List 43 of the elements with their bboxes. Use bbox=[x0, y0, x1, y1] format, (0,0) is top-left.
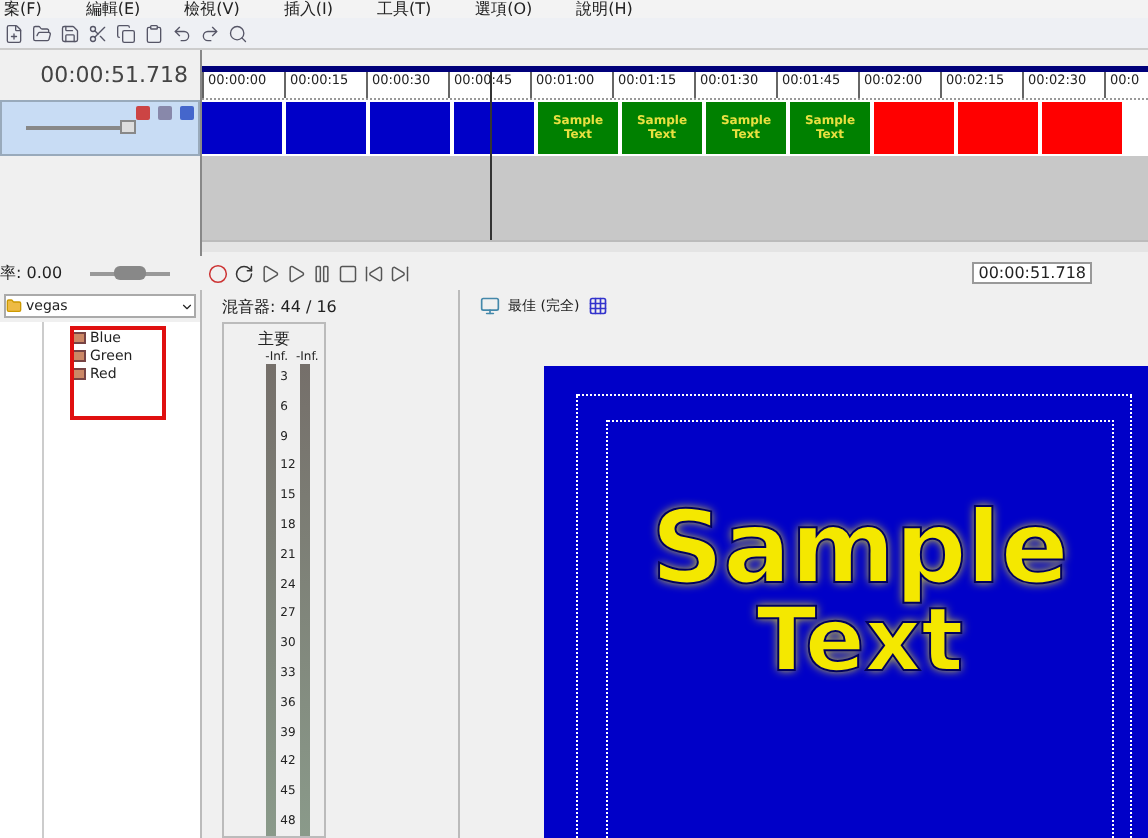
timecode: 00:00:51.718 bbox=[40, 62, 188, 88]
rate-slider-thumb[interactable] bbox=[114, 265, 147, 279]
scroll-bar[interactable] bbox=[202, 240, 1148, 252]
menu-item[interactable]: 選項(O) bbox=[475, 0, 533, 18]
grid-icon[interactable] bbox=[587, 296, 608, 316]
video-clip[interactable] bbox=[874, 102, 954, 154]
folder-icon bbox=[6, 298, 22, 314]
slider-thumb[interactable] bbox=[120, 120, 137, 134]
redo-icon[interactable] bbox=[200, 23, 220, 43]
timecode: 00:00:51.718 bbox=[972, 262, 1092, 284]
open-folder-icon[interactable] bbox=[32, 23, 52, 43]
video-clip[interactable] bbox=[202, 102, 282, 154]
video-clip[interactable] bbox=[454, 102, 534, 154]
menu-item[interactable]: 插入(I) bbox=[283, 0, 333, 18]
paste-icon[interactable] bbox=[144, 23, 164, 43]
menu-item[interactable]: 案(F) bbox=[4, 0, 42, 18]
chevron-down-icon[interactable] bbox=[180, 299, 194, 313]
save-icon[interactable] bbox=[60, 23, 80, 43]
undo-icon[interactable] bbox=[172, 23, 192, 43]
menu-item[interactable]: 檢視(V) bbox=[184, 0, 240, 18]
record-icon[interactable] bbox=[208, 263, 228, 283]
menu-item[interactable]: 編輯(E) bbox=[85, 0, 141, 18]
menu-item[interactable]: 工具(T) bbox=[376, 0, 432, 18]
next-icon[interactable] bbox=[390, 263, 410, 283]
cut-icon[interactable] bbox=[88, 23, 108, 43]
copy-icon[interactable] bbox=[116, 23, 136, 43]
monitor-icon[interactable] bbox=[480, 296, 500, 316]
mixer-title: 混音器: 44 / 16 bbox=[222, 295, 337, 317]
stop-icon[interactable] bbox=[338, 263, 358, 283]
previous-icon[interactable] bbox=[364, 263, 384, 283]
highlight-frame bbox=[70, 326, 166, 420]
loop-icon[interactable] bbox=[234, 263, 254, 283]
pause-icon[interactable] bbox=[312, 263, 332, 283]
video-clip[interactable] bbox=[958, 102, 1038, 154]
menu-item[interactable]: 說明(H) bbox=[576, 0, 633, 18]
video-clip[interactable] bbox=[370, 102, 450, 154]
rate-label: 率: 0.00 bbox=[0, 262, 63, 284]
zoom-icon[interactable] bbox=[228, 23, 248, 43]
new-file-icon[interactable] bbox=[4, 23, 24, 43]
video-clip[interactable] bbox=[1042, 102, 1122, 154]
bus-label: 主要 bbox=[258, 328, 290, 350]
video-clip[interactable] bbox=[286, 102, 366, 154]
title-text: Sample bbox=[651, 498, 1069, 598]
